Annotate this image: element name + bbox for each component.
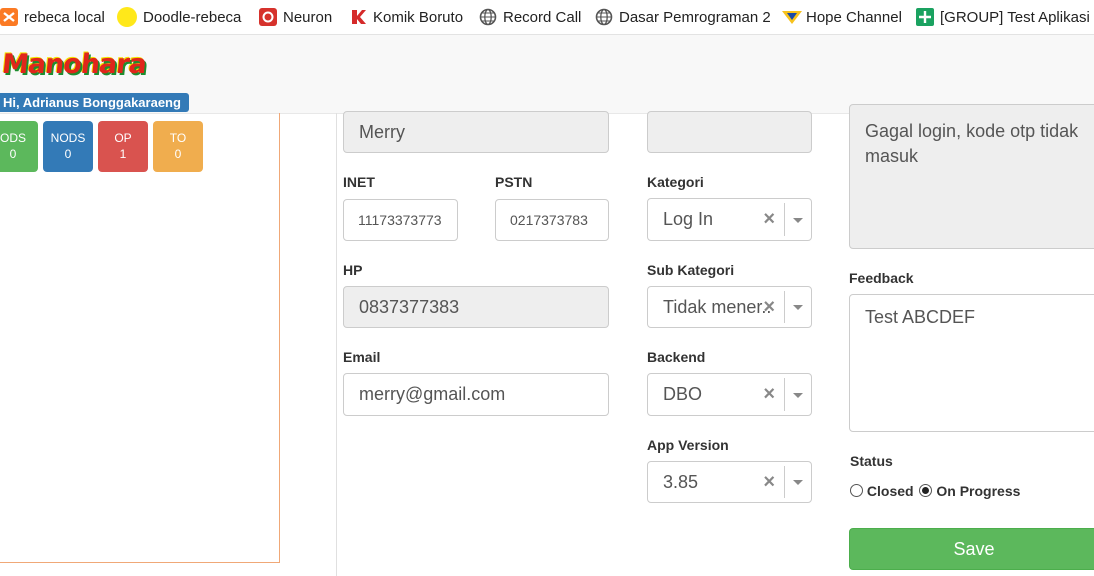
- status-radio-group: Closed On Progress: [850, 483, 1020, 499]
- status-on-progress-label[interactable]: On Progress: [936, 483, 1020, 499]
- tile-ods[interactable]: ODS 0: [0, 121, 38, 172]
- app-logo[interactable]: Manohara: [0, 49, 147, 80]
- name-field[interactable]: Merry: [343, 111, 609, 153]
- kategori-select[interactable]: Log In ×: [647, 198, 812, 241]
- status-closed-radio[interactable]: [850, 484, 863, 497]
- clear-icon[interactable]: ×: [763, 287, 775, 327]
- hp-field[interactable]: 0837377383: [343, 286, 609, 328]
- left-panel: [0, 113, 280, 563]
- tile-label: ODS: [0, 131, 26, 145]
- tile-label: OP: [114, 131, 132, 145]
- tile-count: 1: [119, 147, 127, 161]
- yellow-circle-icon: [117, 7, 137, 27]
- bookmark-doodle-rebeca[interactable]: Doodle-rebeca: [117, 0, 241, 34]
- feedback-textarea[interactable]: Test ABCDEF: [849, 294, 1094, 432]
- hp-label: HP: [343, 262, 363, 278]
- column-divider: [336, 113, 337, 576]
- email-field[interactable]: merry@gmail.com: [343, 373, 609, 416]
- chevron-down-icon[interactable]: [793, 480, 803, 485]
- neuron-icon: [259, 8, 277, 26]
- app-version-label: App Version: [647, 437, 729, 453]
- inet-label: INET: [343, 174, 375, 190]
- email-label: Email: [343, 349, 381, 365]
- user-greeting-badge: Hi, Adrianus Bonggakaraeng: [0, 93, 189, 112]
- chevron-down-icon[interactable]: [793, 217, 803, 223]
- tile-label: NODS: [50, 131, 86, 145]
- status-closed-label[interactable]: Closed: [867, 483, 914, 499]
- komik-icon: [349, 8, 367, 26]
- tile-count: 0: [174, 147, 182, 161]
- bookmark-rebeca-local[interactable]: rebeca local: [0, 0, 105, 34]
- tile-nods[interactable]: NODS 0: [43, 121, 93, 172]
- top-mid-field[interactable]: [647, 111, 812, 153]
- keluhan-textarea[interactable]: Gagal login, kode otp tidak masuk: [849, 104, 1094, 249]
- backend-label: Backend: [647, 349, 706, 365]
- tile-op[interactable]: OP 1: [98, 121, 148, 172]
- backend-select[interactable]: DBO ×: [647, 373, 812, 416]
- feedback-label: Feedback: [849, 270, 914, 286]
- xampp-icon: [0, 8, 18, 26]
- pstn-field[interactable]: 0217373783: [495, 199, 609, 241]
- bookmark-hope-channel[interactable]: Hope Channel: [782, 0, 902, 34]
- bookmark-record-call[interactable]: Record Call: [479, 0, 581, 34]
- tile-count: 0: [64, 147, 72, 161]
- tile-count: 0: [9, 147, 17, 161]
- bookmark-neuron[interactable]: Neuron: [259, 0, 332, 34]
- globe-icon: [479, 8, 497, 26]
- bookmark-komik-boruto[interactable]: Komik Boruto: [349, 0, 463, 34]
- clear-icon[interactable]: ×: [763, 374, 775, 415]
- tile-to[interactable]: TO 0: [153, 121, 203, 172]
- bookmarks-bar: rebeca local Doodle-rebeca Neuron Komik …: [0, 0, 1094, 35]
- tile-label: TO: [169, 131, 187, 145]
- globe-icon: [595, 8, 613, 26]
- sub-kategori-label: Sub Kategori: [647, 262, 735, 278]
- sub-kategori-select[interactable]: Tidak mener... ×: [647, 286, 812, 328]
- status-label: Status: [850, 453, 893, 469]
- bookmark-group-test-aplikasi[interactable]: [GROUP] Test Aplikasi ...: [916, 0, 1094, 34]
- status-on-progress-radio[interactable]: [919, 484, 933, 497]
- clear-icon[interactable]: ×: [763, 462, 775, 502]
- pstn-label: PSTN: [495, 174, 533, 190]
- chevron-down-icon[interactable]: [793, 305, 803, 310]
- chevron-down-icon[interactable]: [793, 392, 803, 398]
- kategori-label: Kategori: [647, 174, 704, 190]
- app-version-select[interactable]: 3.85 ×: [647, 461, 812, 503]
- save-button[interactable]: Save: [849, 528, 1094, 570]
- bookmark-dasar-pemrograman[interactable]: Dasar Pemrograman 2: [595, 0, 771, 34]
- inet-field[interactable]: 11173373773: [343, 199, 458, 241]
- sheets-icon: [916, 8, 934, 26]
- clear-icon[interactable]: ×: [763, 199, 775, 240]
- hope-channel-icon: [782, 8, 802, 26]
